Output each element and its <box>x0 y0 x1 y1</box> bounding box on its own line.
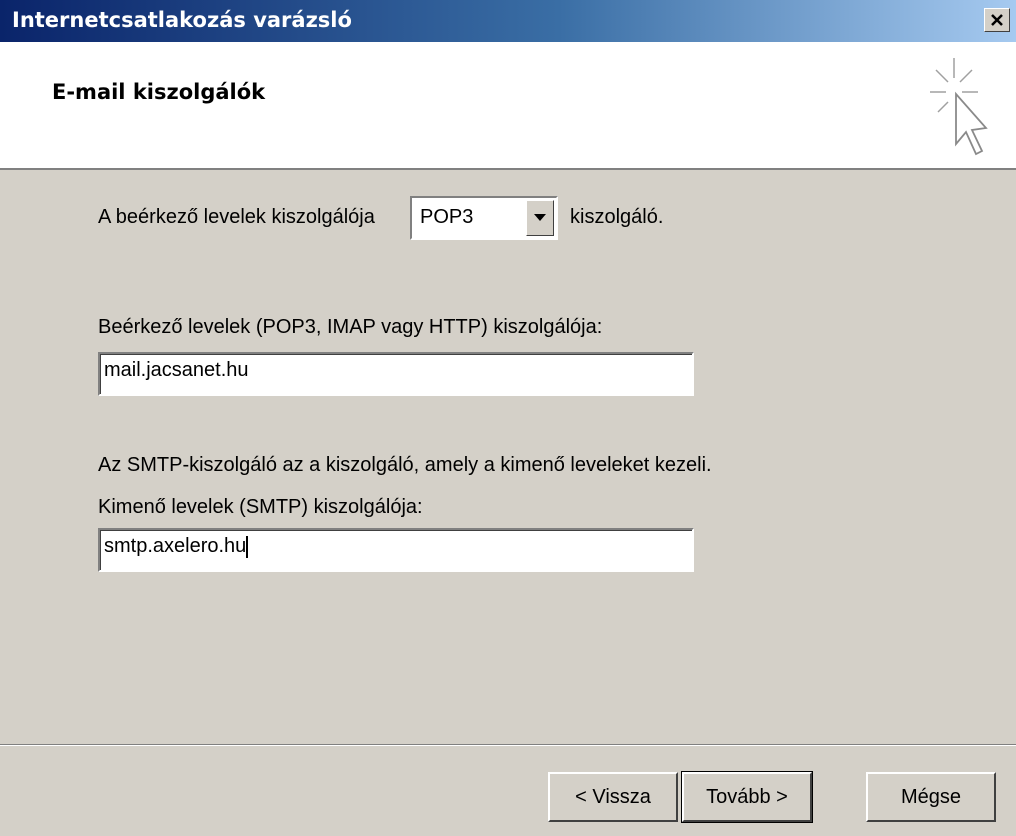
back-button[interactable]: < Vissza <box>548 772 678 822</box>
footer-divider <box>0 744 1016 746</box>
chevron-down-icon <box>534 214 546 221</box>
cancel-button[interactable]: Mégse <box>866 772 996 822</box>
close-button[interactable] <box>984 8 1010 32</box>
outgoing-server-value: smtp.axelero.hu <box>104 535 247 557</box>
incoming-server-value: mail.jacsanet.hu <box>104 359 249 381</box>
incoming-type-label: A beérkező levelek kiszolgálója <box>98 206 375 228</box>
title-bar: Internetcsatlakozás varázsló <box>0 0 1016 42</box>
next-button[interactable]: Tovább > <box>681 771 813 823</box>
incoming-server-type-value: POP3 <box>420 206 474 228</box>
page-title: E-mail kiszolgálók <box>52 80 266 104</box>
close-icon <box>991 14 1003 26</box>
text-caret <box>246 535 249 558</box>
incoming-type-suffix: kiszolgáló. <box>570 206 664 228</box>
window-title: Internetcsatlakozás varázsló <box>12 8 352 32</box>
smtp-description: Az SMTP-kiszolgáló az a kiszolgáló, amel… <box>98 454 712 476</box>
wizard-header: E-mail kiszolgálók <box>0 42 1016 170</box>
cancel-button-label: Mégse <box>900 785 962 808</box>
incoming-server-label: Beérkező levelek (POP3, IMAP vagy HTTP) … <box>98 316 603 338</box>
back-button-label: < Vissza <box>575 785 651 808</box>
outgoing-server-label: Kimenő levelek (SMTP) kiszolgálója: <box>98 496 423 518</box>
wizard-sparkle-cursor-icon <box>930 58 988 156</box>
dropdown-button[interactable] <box>526 200 554 236</box>
incoming-server-type-select[interactable]: POP3 <box>410 196 558 240</box>
next-button-label: Tovább > <box>706 785 788 808</box>
incoming-server-input[interactable]: mail.jacsanet.hu <box>98 352 694 396</box>
outgoing-server-input[interactable]: smtp.axelero.hu <box>98 528 694 572</box>
